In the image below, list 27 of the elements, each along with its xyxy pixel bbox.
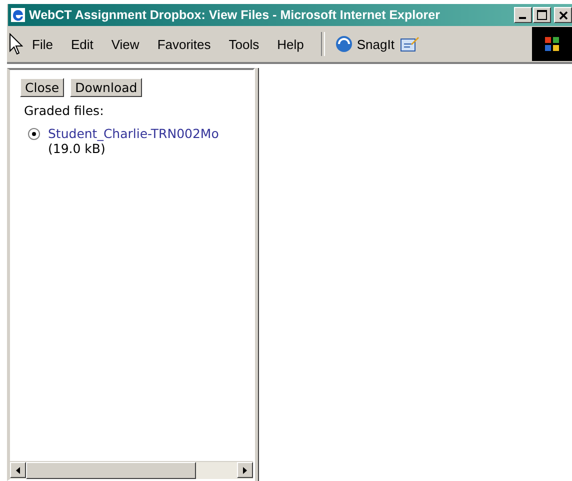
menu-item[interactable]: File bbox=[23, 36, 62, 52]
radio-button[interactable] bbox=[28, 128, 40, 140]
menu-item[interactable]: Favorites bbox=[148, 36, 220, 52]
windows-logo-icon bbox=[532, 27, 572, 61]
menu-item[interactable]: Tools bbox=[220, 36, 268, 52]
maximize-button[interactable] bbox=[533, 7, 551, 23]
file-size: (19.0 kB) bbox=[48, 141, 106, 156]
scroll-right-icon[interactable] bbox=[243, 466, 247, 474]
menu-item[interactable]: Help bbox=[268, 36, 313, 52]
mouse-pointer-icon bbox=[9, 33, 23, 55]
close-button[interactable] bbox=[554, 7, 572, 23]
scroll-left-icon[interactable] bbox=[16, 466, 20, 474]
close-icon bbox=[558, 10, 568, 20]
window-title: WebCT Assignment Dropbox: View Files - Microsoft Internet Explorer bbox=[29, 8, 441, 22]
swirl-icon bbox=[334, 35, 353, 53]
menu-item[interactable]: Edit bbox=[62, 36, 102, 52]
minimize-button[interactable] bbox=[514, 7, 532, 23]
file-link[interactable]: Student_Charlie-TRN002Mo bbox=[48, 126, 219, 141]
action-button[interactable]: Download bbox=[70, 78, 142, 97]
action-button[interactable]: Close bbox=[20, 78, 64, 97]
horizontal-scrollbar[interactable] bbox=[10, 461, 253, 479]
edit-page-icon[interactable] bbox=[400, 35, 420, 53]
browser-icon bbox=[10, 7, 26, 23]
snagit-button[interactable]: SnagIt bbox=[330, 35, 400, 53]
maximize-icon bbox=[537, 10, 547, 20]
section-label: Graded files: bbox=[24, 103, 105, 118]
menu-item[interactable]: View bbox=[102, 36, 148, 52]
